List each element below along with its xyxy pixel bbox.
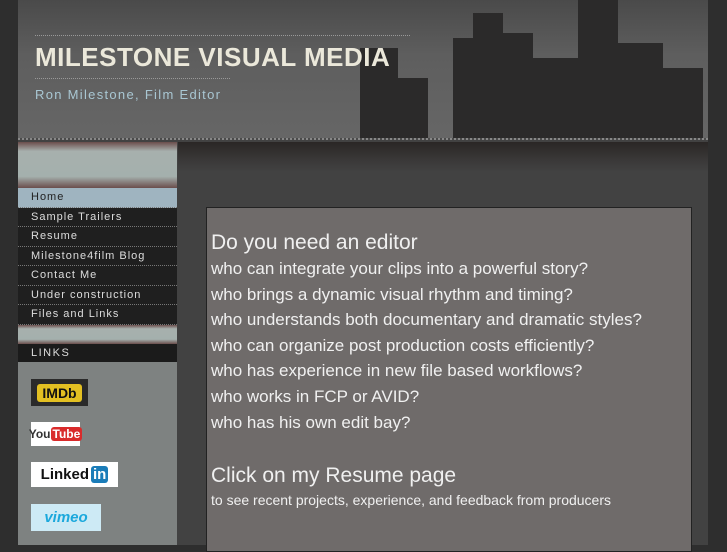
sidebar: Home Sample Trailers Resume Milestone4fi… (18, 142, 177, 545)
skyline-building (618, 43, 663, 138)
skyline-building (473, 13, 503, 138)
question-line: who understands both documentary and dra… (211, 310, 642, 330)
site-title[interactable]: MILESTONE VISUAL MEDIA (35, 42, 390, 73)
question-line: who works in FCP or AVID? (211, 386, 420, 406)
nav-item-under-construction[interactable]: Under construction (18, 285, 177, 305)
question-line: who can integrate your clips into a powe… (211, 259, 589, 278)
content-box: Do you need an editor who can integrate … (206, 207, 692, 552)
nav-item-blog[interactable]: Milestone4film Blog (18, 246, 177, 266)
divider (35, 35, 410, 36)
skyline-building (578, 0, 618, 138)
resume-heading: Click on my Resume page (211, 464, 457, 488)
skyline-building (503, 33, 533, 138)
nav-item-resume[interactable]: Resume (18, 227, 177, 247)
header: MILESTONE VISUAL MEDIA Ron Milestone, Fi… (18, 0, 708, 140)
linkedin-logo-in: in (91, 466, 109, 483)
nav-menu: Home Sample Trailers Resume Milestone4fi… (18, 188, 177, 325)
question-line: who has his own edit bay? (211, 412, 411, 432)
vimeo-link[interactable]: vimeo (31, 504, 101, 531)
nav-item-sample-trailers[interactable]: Sample Trailers (18, 207, 177, 227)
page-container: MILESTONE VISUAL MEDIA Ron Milestone, Fi… (18, 0, 708, 552)
linkedin-link[interactable]: Linked in (31, 462, 118, 487)
links-heading: LINKS (18, 344, 177, 362)
grunge-decoration (178, 142, 708, 172)
youtube-logo-tube: Tube (50, 427, 83, 441)
nav-item-files-links[interactable]: Files and Links (18, 305, 177, 325)
question-line: who can organize post production costs e… (211, 335, 595, 355)
decorative-band (18, 142, 177, 188)
imdb-logo: IMDb (37, 383, 82, 402)
youtube-logo-you: You (28, 427, 51, 441)
site-subtitle: Ron Milestone, Film Editor (35, 87, 222, 102)
imdb-link[interactable]: IMDb (31, 379, 88, 406)
skyline-building (663, 68, 703, 138)
question-line: who has experience in new file based wor… (211, 361, 583, 381)
skyline-building (398, 78, 428, 138)
intro-heading: Do you need an editor (211, 231, 418, 254)
skyline-building (533, 58, 578, 138)
nav-item-home[interactable]: Home (18, 188, 177, 208)
decorative-band (18, 325, 177, 344)
linkedin-logo-text: Linked (40, 466, 89, 483)
question-line: who brings a dynamic visual rhythm and t… (211, 284, 573, 304)
resume-subtext: to see recent projects, experience, and … (211, 492, 611, 509)
divider (35, 78, 230, 79)
youtube-link[interactable]: You Tube (28, 422, 83, 446)
vimeo-logo: vimeo (44, 509, 88, 526)
nav-item-contact[interactable]: Contact Me (18, 266, 177, 286)
